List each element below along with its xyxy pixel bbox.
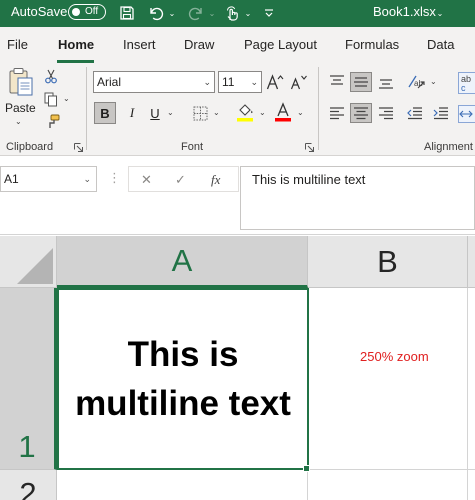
cell-b1[interactable] [309, 288, 468, 470]
cell-a1[interactable]: This is multiline text [57, 288, 309, 470]
row-header-1[interactable]: 1 [0, 288, 57, 470]
insert-function-icon[interactable]: fx [211, 172, 220, 188]
chevron-down-icon: ⌄ [250, 77, 258, 87]
bottom-align-icon[interactable] [375, 72, 397, 92]
autosave-state: Off [85, 6, 99, 17]
redo-icon [186, 3, 206, 23]
tab-page-layout[interactable]: Page Layout [244, 37, 317, 53]
increase-font-size-icon[interactable] [265, 71, 285, 93]
autosave-toggle[interactable]: Off [68, 4, 106, 20]
file-name[interactable]: Book1.xlsx [373, 4, 436, 20]
name-box[interactable]: A1 ⌄ [0, 166, 97, 192]
copy-dropdown-icon[interactable]: ⌄ [63, 94, 70, 103]
align-right-icon[interactable] [375, 103, 397, 123]
row-header-2[interactable]: 2 [0, 470, 57, 500]
zoom-annotation: 250% zoom [360, 349, 429, 364]
customize-qat-icon[interactable] [262, 3, 276, 23]
borders-icon[interactable] [190, 103, 210, 123]
svg-text:c: c [461, 83, 466, 93]
increase-indent-icon[interactable] [430, 103, 452, 123]
column-header-a[interactable]: A [57, 236, 308, 288]
cell-a2[interactable] [57, 470, 308, 500]
paste-label[interactable]: Paste [5, 101, 36, 115]
borders-dropdown-icon[interactable]: ⌄ [213, 108, 220, 117]
cell-b2[interactable] [308, 470, 468, 500]
tab-file[interactable]: File [7, 37, 28, 53]
group-separator [86, 67, 87, 150]
tab-draw[interactable]: Draw [184, 37, 214, 53]
chevron-down-icon: ⌄ [83, 174, 91, 184]
cancel-icon[interactable]: ✕ [141, 172, 152, 188]
font-size-combo[interactable]: 11 ⌄ [218, 71, 262, 93]
cell-a1-text: This is multiline text [75, 335, 291, 423]
italic-button[interactable]: I [122, 102, 142, 124]
font-launcher-icon[interactable] [305, 143, 314, 152]
copy-icon[interactable] [42, 90, 60, 108]
middle-align-icon[interactable] [350, 72, 372, 92]
name-box-value: A1 [4, 172, 19, 186]
title-bar: AutoSave Off ⌄ ⌄ ⌄ Book1.xlsx ⌄ [0, 0, 475, 27]
font-size-value: 11 [222, 75, 235, 89]
clipboard-launcher-icon[interactable] [74, 143, 83, 152]
font-name-value: Arial [97, 75, 122, 89]
merge-center-icon[interactable] [458, 103, 475, 125]
font-group-label: Font [181, 141, 204, 153]
redo-dropdown-icon: ⌄ [208, 8, 216, 18]
ribbon-tabs: File Home Insert Draw Page Layout Formul… [0, 27, 475, 63]
column-header-c[interactable] [468, 236, 475, 288]
clipboard-group-label: Clipboard [6, 141, 54, 153]
ribbon: Paste ⌄ ⌄ Clipboard Arial ⌄ 11 ⌄ B I U ⌄… [0, 63, 475, 156]
resize-grip-icon[interactable]: ⋮ [108, 170, 121, 186]
font-name-combo[interactable]: Arial ⌄ [93, 71, 215, 93]
decrease-indent-icon[interactable] [404, 103, 426, 123]
fill-color-icon[interactable] [235, 101, 255, 123]
select-all-button[interactable] [0, 236, 57, 288]
undo-icon[interactable] [146, 3, 166, 23]
undo-dropdown-icon[interactable]: ⌄ [167, 3, 177, 23]
column-header-b[interactable]: B [308, 236, 468, 288]
tab-formulas[interactable]: Formulas [345, 37, 399, 53]
underline-button[interactable]: U [146, 102, 164, 124]
toggle-knob [72, 7, 80, 16]
alignment-group-label: Alignment [424, 141, 473, 153]
group-separator [318, 67, 319, 150]
fill-handle[interactable] [303, 465, 310, 472]
touch-dropdown-icon[interactable]: ⌄ [243, 3, 253, 23]
tab-insert[interactable]: Insert [123, 37, 156, 53]
fill-color-dropdown-icon[interactable]: ⌄ [259, 108, 266, 117]
formula-bar: A1 ⌄ ⋮ ✕ ✓ fx This is multiline text [0, 157, 475, 235]
underline-dropdown-icon[interactable]: ⌄ [167, 108, 174, 117]
paste-dropdown-icon[interactable]: ⌄ [15, 117, 22, 126]
font-color-icon[interactable] [273, 101, 293, 123]
paste-icon[interactable] [6, 67, 36, 97]
wrap-text-icon[interactable]: ab c [458, 71, 475, 95]
tab-data[interactable]: Data [427, 37, 454, 53]
formula-value: This is multiline text [252, 172, 366, 187]
enter-icon[interactable]: ✓ [175, 172, 186, 188]
top-align-icon[interactable] [326, 72, 348, 92]
font-color-dropdown-icon[interactable]: ⌄ [297, 108, 304, 117]
worksheet-grid: A B 1 2 This is multiline text 250% zoom [0, 236, 475, 500]
autosave-label: AutoSave [11, 4, 68, 19]
orientation-icon[interactable]: ab [404, 71, 428, 93]
svg-text:ab: ab [414, 79, 423, 88]
cut-icon[interactable] [42, 67, 60, 85]
decrease-font-size-icon[interactable] [289, 71, 309, 93]
save-icon[interactable] [117, 3, 137, 23]
touch-mode-icon[interactable] [222, 3, 242, 23]
align-left-icon[interactable] [326, 103, 348, 123]
format-painter-icon[interactable] [42, 112, 62, 130]
chevron-down-icon: ⌄ [203, 77, 211, 87]
tab-home[interactable]: Home [58, 37, 94, 53]
bold-button[interactable]: B [94, 102, 116, 124]
formula-buttons: ✕ ✓ fx [128, 166, 239, 192]
filename-dropdown-icon[interactable]: ⌄ [434, 3, 446, 23]
formula-input[interactable]: This is multiline text [240, 166, 475, 230]
orientation-dropdown-icon[interactable]: ⌄ [430, 77, 437, 86]
cell-c1[interactable] [468, 288, 475, 470]
align-center-icon[interactable] [350, 103, 372, 123]
